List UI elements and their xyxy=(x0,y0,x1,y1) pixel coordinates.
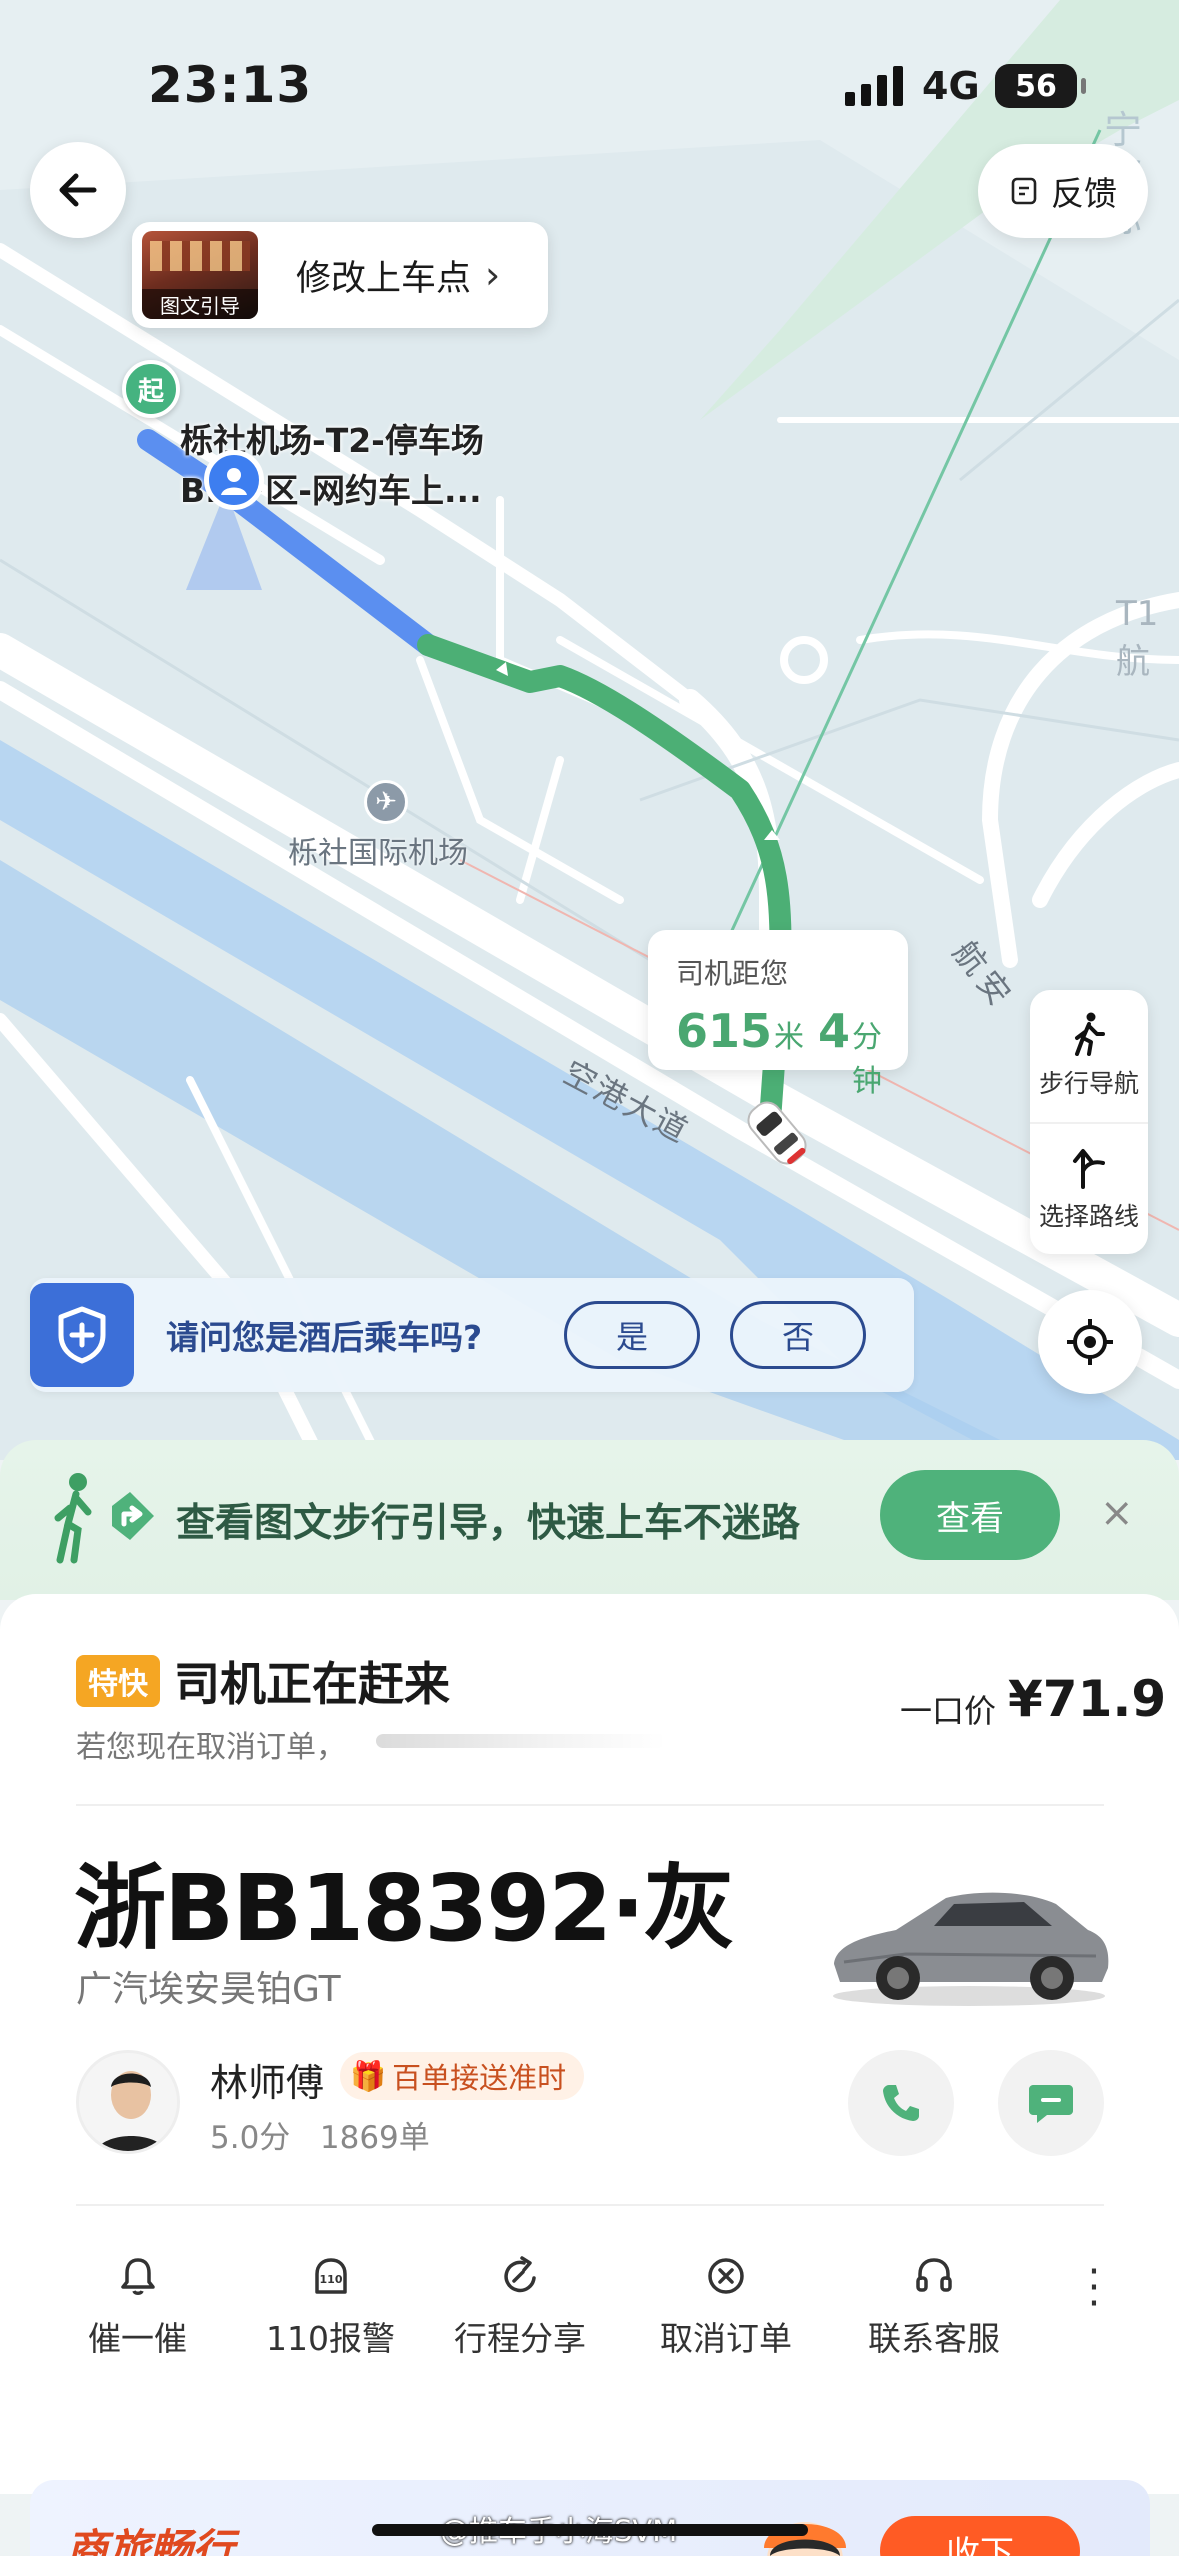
pickup-photo-image xyxy=(150,241,250,271)
action-label: 取消订单 xyxy=(660,2319,792,2358)
arrow-left-icon xyxy=(59,173,97,207)
change-pickup-button[interactable]: 图文引导 修改上车点 › xyxy=(132,222,548,328)
pickup-photo-guide[interactable]: 图文引导 xyxy=(142,231,258,319)
pickup-photo-label: 图文引导 xyxy=(142,289,258,319)
map-side-tools: 步行导航 选择路线 xyxy=(1030,990,1148,1254)
eta-title: 司机距您 xyxy=(676,957,789,990)
mascot-image xyxy=(764,2522,846,2556)
call-driver-button[interactable] xyxy=(848,2050,954,2156)
eta-distance: 615 xyxy=(676,1004,773,1058)
driver-badge-label: 百单接送准时 xyxy=(392,2061,567,2095)
more-options-icon[interactable]: · · · xyxy=(1074,2252,1114,2324)
change-pickup-label: 修改上车点 xyxy=(296,258,472,299)
car-image xyxy=(833,1892,1109,2006)
drunk-yes-button[interactable]: 是 xyxy=(564,1301,700,1369)
cancel-hint-fade xyxy=(376,1734,666,1748)
cancel-hint: 若您现在取消订单， xyxy=(76,1730,346,1765)
crosshair-icon xyxy=(1067,1319,1113,1365)
price-label: 一口价 xyxy=(900,1692,997,1730)
walk-guide-icon xyxy=(54,1473,154,1564)
driver-orders: 1869单 xyxy=(319,2120,430,2156)
walk-nav-button[interactable]: 步行导航 xyxy=(1030,990,1148,1122)
feedback-button[interactable]: 反馈 xyxy=(978,144,1148,238)
driver-eta-bubble: 司机距您 615 米 4 分钟 xyxy=(648,930,908,1099)
promo-title: 商旅畅行 xyxy=(66,2525,235,2556)
driver-car-icon xyxy=(747,1101,807,1165)
share-trip-button[interactable]: 行程分享 xyxy=(454,2254,586,2360)
license-plate: 浙BB18392·灰 xyxy=(74,1855,735,1962)
eta-minutes: 4 xyxy=(818,1004,851,1058)
divider xyxy=(76,2204,1104,2206)
gift-icon: 🎁 xyxy=(350,2058,387,2093)
eta-distance-unit: 米 xyxy=(774,1020,805,1055)
walk-guide-text: 查看图文步行引导，快速上车不迷路 xyxy=(176,1501,801,1546)
person-icon xyxy=(221,468,247,495)
trip-card: 特快 司机正在赶来 若您现在取消订单， 一口价 ¥71.9 浙BB18392·灰… xyxy=(0,1594,1179,2494)
promo-accept-button[interactable]: 收下 xyxy=(880,2516,1080,2556)
trip-actions: 催一催 110 110报警 行程分享 取消订单 联系客服 · · · xyxy=(60,2252,1120,2374)
start-marker[interactable]: 起 xyxy=(122,360,180,418)
driver-name: 林师傅 xyxy=(210,2061,325,2105)
choose-route-button[interactable]: 选择路线 xyxy=(1030,1122,1148,1254)
locate-me-button[interactable] xyxy=(1038,1290,1142,1394)
status-bar: 23:13 4G 56 xyxy=(0,0,1179,150)
route-fork-icon xyxy=(1073,1149,1105,1189)
customer-service-button[interactable]: 联系客服 xyxy=(868,2254,1000,2360)
drunk-ride-prompt: 请问您是酒后乘车吗? 是 否 xyxy=(30,1278,914,1392)
choose-route-label: 选择路线 xyxy=(1038,1202,1139,1231)
action-label: 110报警 xyxy=(266,2319,395,2358)
trip-status-title: 司机正在赶来 xyxy=(174,1657,450,1711)
edit-note-icon xyxy=(1011,177,1037,205)
home-indicator xyxy=(372,2524,808,2536)
map-label-terminal: T1航 xyxy=(1116,594,1159,682)
price-value: ¥71.9 xyxy=(1008,1670,1167,1728)
shield-plus-icon xyxy=(30,1283,134,1387)
map-view[interactable]: 23:13 4G 56 宁波际 反馈 图文引导 修改上车点 › 起 栎社机场-T… xyxy=(0,0,1179,1460)
user-location-marker xyxy=(204,450,264,510)
share-icon xyxy=(504,2256,536,2293)
chat-icon xyxy=(1029,2085,1073,2123)
battery-icon: 56 xyxy=(995,64,1086,108)
svg-text:110: 110 xyxy=(319,2273,342,2286)
walk-nav-label: 步行导航 xyxy=(1038,1069,1139,1098)
status-time: 23:13 xyxy=(148,56,313,114)
action-label: 催一催 xyxy=(88,2319,187,2358)
cancel-icon xyxy=(708,2258,744,2294)
walk-guide-banner[interactable]: 查看图文步行引导，快速上车不迷路 查看 × xyxy=(0,1440,1179,1600)
message-driver-button[interactable] xyxy=(998,2050,1104,2156)
back-button[interactable] xyxy=(30,142,126,238)
view-walk-guide-button[interactable]: 查看 xyxy=(880,1470,1060,1560)
cancel-order-button[interactable]: 取消订单 xyxy=(660,2254,792,2360)
urge-driver-button[interactable]: 催一催 xyxy=(88,2254,187,2360)
phone-icon xyxy=(883,2085,919,2121)
chevron-right-icon: › xyxy=(485,253,501,297)
car-model: 广汽埃安昊铂GT xyxy=(76,1969,341,2010)
airport-label: 栎社国际机场 xyxy=(288,836,468,871)
feedback-label: 反馈 xyxy=(1051,174,1117,213)
eta-minutes-unit: 分钟 xyxy=(852,1020,883,1099)
drunk-no-button[interactable]: 否 xyxy=(730,1301,866,1369)
walking-icon xyxy=(1075,1012,1105,1056)
close-icon[interactable]: × xyxy=(1100,1490,1134,1536)
network-type: 4G xyxy=(922,64,980,108)
driver-avatar[interactable] xyxy=(76,2050,180,2154)
police-110-button[interactable]: 110 110报警 xyxy=(266,2254,395,2360)
service-tag: 特快 xyxy=(76,1655,160,1707)
driver-stats: 5.0分 1869单 xyxy=(210,2112,430,2157)
driver-rating: 5.0分 xyxy=(210,2120,291,2156)
drunk-question: 请问您是酒后乘车吗? xyxy=(166,1318,483,1357)
bell-icon xyxy=(120,2258,155,2295)
action-label: 联系客服 xyxy=(868,2319,1000,2358)
divider xyxy=(76,1804,1104,1806)
airport-icon: ✈ xyxy=(364,780,408,824)
action-label: 行程分享 xyxy=(454,2319,586,2358)
signal-icon xyxy=(845,66,903,106)
headset-icon xyxy=(916,2258,952,2292)
driver-badge: 🎁 百单接送准时 xyxy=(340,2052,585,2100)
alarm-110-icon: 110 xyxy=(314,2258,347,2294)
